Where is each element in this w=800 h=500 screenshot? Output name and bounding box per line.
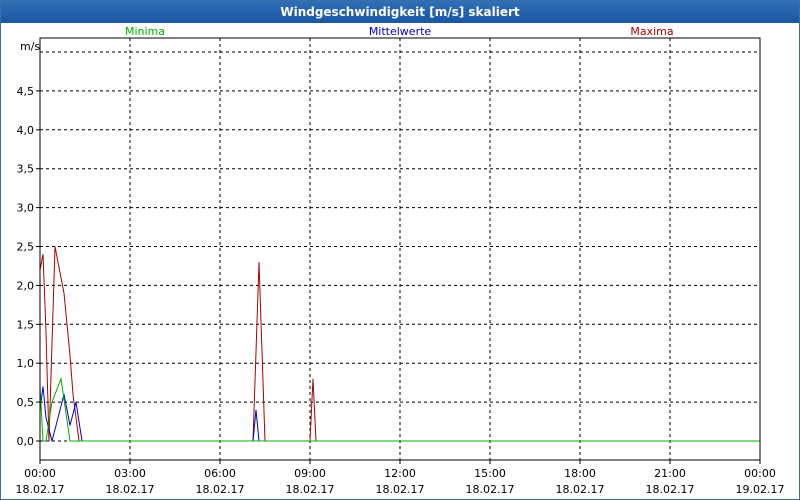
x-tick-time: 09:00 [294,467,326,480]
y-tick-label: 1,0 [17,357,35,370]
x-tick-date: 18.02.17 [196,483,245,496]
y-tick-label: 1,5 [17,318,35,331]
x-tick-time: 15:00 [474,467,506,480]
x-tick-time: 06:00 [204,467,236,480]
x-tick-time: 00:00 [24,467,56,480]
y-axis-label: m/s [20,40,40,53]
y-tick-label: 2,0 [17,279,35,292]
chart-svg: 0,0 0,5 1,0 1,5 2,0 2,5 3,0 3,5 4,0 4,5 m/s 00:00 18… [16,25,785,496]
x-tick-date: 18.02.17 [286,483,335,496]
x-tick-date: 18.02.17 [466,483,515,496]
x-tick-date: 18.02.17 [16,483,65,496]
x-tick-time: 18:00 [564,467,596,480]
y-tick-label: 2,5 [17,241,35,254]
y-tick-label: 3,5 [17,163,35,176]
x-tick-date: 18.02.17 [376,483,425,496]
x-tick-date: 18.02.17 [646,483,695,496]
x-tick-time: 12:00 [384,467,416,480]
legend-maxima: Maxima [630,25,673,38]
legend-mittelwerte: Mittelwerte [369,25,432,38]
x-tick-date: 18.02.17 [106,483,155,496]
y-tick-label: 0,0 [17,435,35,448]
y-tick-label: 4,5 [17,85,35,98]
legend-minima: Minima [125,25,165,38]
x-tick-date: 18.02.17 [556,483,605,496]
y-tick-label: 3,0 [17,202,35,215]
x-tick-time: 21:00 [654,467,686,480]
y-tick-label: 0,5 [17,396,35,409]
grid-layer [40,38,760,460]
y-tick-label: 4,0 [17,124,35,137]
x-tick-date: 19.02.17 [736,483,785,496]
x-tick-time: 00:00 [744,467,776,480]
x-tick-time: 03:00 [114,467,146,480]
